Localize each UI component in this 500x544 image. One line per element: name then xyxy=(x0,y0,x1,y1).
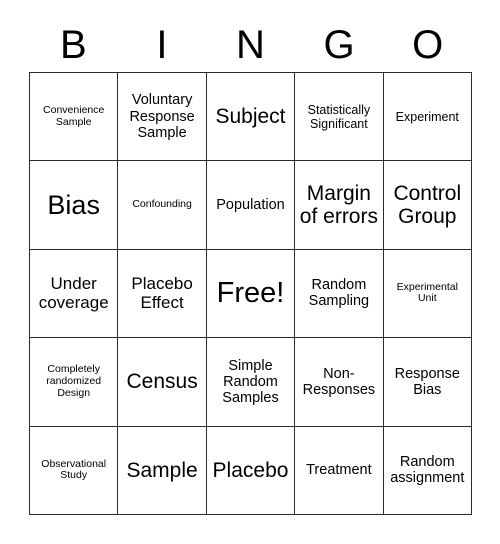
bingo-cell-label: Under coverage xyxy=(38,274,109,313)
bingo-cell-label: Random Sampling xyxy=(308,277,370,310)
bingo-cell-label: Non-Responses xyxy=(302,365,376,398)
bingo-cell-label: Response Bias xyxy=(394,365,460,398)
header-letter-n: N xyxy=(236,23,265,67)
bingo-cell-label: Confounding xyxy=(132,198,192,211)
bingo-cell-label: Sample xyxy=(126,458,198,482)
bingo-cell[interactable]: Simple Random Samples xyxy=(206,338,296,427)
bingo-cell-label: Control Group xyxy=(393,181,462,229)
bingo-card: B I N G O Convenience Sample Voluntary R… xyxy=(0,0,500,544)
bingo-cell-label: Completely randomized Design xyxy=(46,363,102,399)
bingo-cell[interactable]: Under coverage xyxy=(30,249,119,339)
header-letter-o: O xyxy=(412,23,444,67)
bingo-cell-label: Statistically Significant xyxy=(307,102,371,131)
bingo-cell-label: Bias xyxy=(47,189,100,220)
bingo-cell[interactable]: Treatment xyxy=(295,426,384,515)
bingo-cell[interactable]: Margin of errors xyxy=(295,161,384,250)
bingo-cell[interactable]: Completely randomized Design xyxy=(30,338,119,427)
bingo-cell[interactable]: Non-Responses xyxy=(295,338,384,427)
bingo-cell-label: Population xyxy=(216,196,285,213)
bingo-cell[interactable]: Population xyxy=(206,161,296,250)
bingo-cell-label: Census xyxy=(126,370,198,394)
bingo-cell-label: Subject xyxy=(215,104,286,128)
header-letter-i: I xyxy=(156,23,168,67)
bingo-cell[interactable]: Control Group xyxy=(383,161,472,250)
bingo-cell-label: Margin of errors xyxy=(299,181,378,229)
bingo-cell[interactable]: Bias xyxy=(30,161,119,250)
bingo-cell-label: Treatment xyxy=(306,462,372,479)
bingo-cell[interactable]: Statistically Significant xyxy=(295,73,384,162)
bingo-cell-label: Experimental Unit xyxy=(396,280,458,305)
header-letter-b: B xyxy=(59,23,87,67)
bingo-cell-label: Voluntary Response Sample xyxy=(129,92,195,141)
bingo-cell-label: Placebo xyxy=(212,458,289,482)
bingo-cell[interactable]: Random Sampling xyxy=(295,249,384,339)
bingo-cell[interactable]: Experimental Unit xyxy=(383,249,472,339)
bingo-cell[interactable]: Convenience Sample xyxy=(30,73,119,162)
bingo-cell-label: Observational Study xyxy=(41,457,107,482)
bingo-cell[interactable]: Census xyxy=(118,338,207,427)
bingo-cell[interactable]: Confounding xyxy=(118,161,207,250)
bingo-grid: Convenience Sample Voluntary Response Sa… xyxy=(29,72,472,515)
bingo-cell-label: Random assignment xyxy=(390,454,465,487)
bingo-cell[interactable]: Response Bias xyxy=(383,338,472,427)
bingo-cell-label: Free! xyxy=(216,277,285,310)
bingo-cell[interactable]: Observational Study xyxy=(30,426,119,515)
bingo-cell-label: Placebo Effect xyxy=(131,274,193,313)
bingo-cell[interactable]: Placebo xyxy=(206,426,296,515)
header-letter-g: G xyxy=(323,23,355,67)
bingo-cell[interactable]: Subject xyxy=(206,73,296,162)
bingo-cell-label: Convenience Sample xyxy=(43,103,105,128)
bingo-cell[interactable]: Placebo Effect xyxy=(118,249,207,339)
bingo-cell-label: Experiment xyxy=(395,109,459,124)
bingo-cell[interactable]: Voluntary Response Sample xyxy=(118,73,207,162)
bingo-cell[interactable]: Random assignment xyxy=(383,426,472,515)
bingo-cell[interactable]: Experiment xyxy=(383,73,472,162)
bingo-cell-free[interactable]: Free! xyxy=(206,249,296,339)
bingo-cell-label: Simple Random Samples xyxy=(222,357,279,406)
bingo-header: B I N G O xyxy=(29,18,472,72)
bingo-cell[interactable]: Sample xyxy=(118,426,207,515)
